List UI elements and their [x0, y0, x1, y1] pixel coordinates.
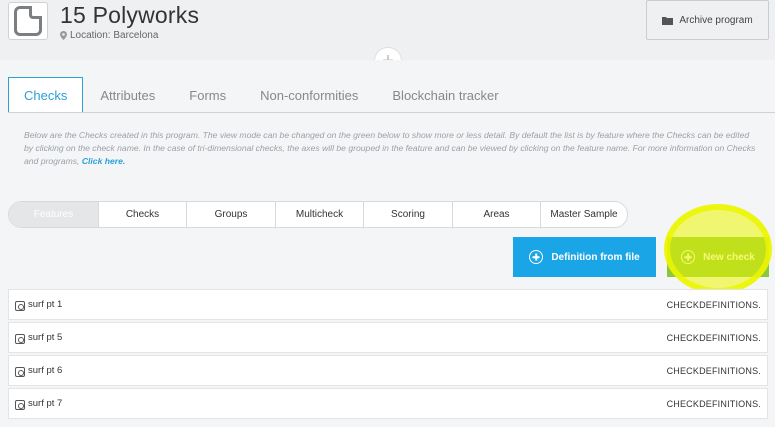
view-master-sample[interactable]: Master Sample: [540, 202, 627, 227]
feature-icon: [15, 334, 25, 344]
view-checks[interactable]: Checks: [98, 202, 186, 227]
feature-icon: [15, 301, 25, 311]
description-text: Below are the Checks created in this pro…: [24, 130, 756, 166]
feature-status: CHECKDEFINITIONS.: [666, 299, 761, 310]
document-icon: [14, 6, 42, 36]
view-features[interactable]: Features: [9, 202, 98, 227]
tab-bar: Checks Attributes Forms Non-conformities…: [8, 77, 516, 113]
definition-from-file-label: Definition from file: [551, 251, 640, 263]
plus-circle-icon: [529, 250, 544, 264]
tab-forms[interactable]: Forms: [172, 77, 243, 113]
view-mode-selector: Features Checks Groups Multicheck Scorin…: [8, 201, 628, 228]
checks-description: Below are the Checks created in this pro…: [24, 129, 759, 168]
feature-row[interactable]: surf pt 1 CHECKDEFINITIONS.: [8, 289, 768, 320]
main-content: Checks Attributes Forms Non-conformities…: [0, 60, 775, 427]
program-logo: [8, 2, 48, 40]
tab-non-conformities[interactable]: Non-conformities: [243, 77, 375, 113]
archive-icon: [662, 16, 674, 25]
view-groups[interactable]: Groups: [186, 202, 275, 227]
archive-program-label: Archive program: [679, 14, 753, 26]
help-link[interactable]: Click here.: [82, 156, 125, 166]
feature-list: surf pt 1 CHECKDEFINITIONS. surf pt 5 CH…: [8, 289, 768, 421]
tab-divider: [8, 112, 775, 113]
feature-row[interactable]: surf pt 5 CHECKDEFINITIONS.: [8, 322, 768, 353]
feature-row[interactable]: surf pt 6 CHECKDEFINITIONS.: [8, 355, 768, 386]
tab-checks[interactable]: Checks: [8, 77, 84, 113]
plus-circle-icon: [681, 250, 696, 264]
feature-name: surf pt 5: [28, 332, 63, 343]
feature-status: CHECKDEFINITIONS.: [666, 398, 761, 409]
feature-name: surf pt 7: [28, 398, 63, 409]
program-title: 15 Polyworks: [60, 2, 200, 28]
feature-icon: [15, 400, 25, 410]
feature-row[interactable]: surf pt 7 CHECKDEFINITIONS.: [8, 388, 768, 419]
view-scoring[interactable]: Scoring: [363, 202, 452, 227]
definition-from-file-button[interactable]: Definition from file: [513, 237, 656, 277]
location-pin-icon: [60, 31, 67, 40]
feature-status: CHECKDEFINITIONS.: [666, 365, 761, 376]
new-check-label: New check: [703, 251, 755, 263]
feature-status: CHECKDEFINITIONS.: [666, 332, 761, 343]
feature-icon: [15, 367, 25, 377]
tab-blockchain-tracker[interactable]: Blockchain tracker: [375, 77, 515, 113]
view-multicheck[interactable]: Multicheck: [275, 202, 363, 227]
new-check-button[interactable]: New check: [667, 237, 769, 277]
feature-name: surf pt 6: [28, 365, 63, 376]
program-location: Location: Barcelona: [60, 30, 158, 41]
view-areas[interactable]: Areas: [452, 202, 540, 227]
location-label: Location: Barcelona: [70, 30, 159, 41]
tab-attributes[interactable]: Attributes: [83, 77, 172, 113]
archive-program-button[interactable]: Archive program: [646, 0, 769, 40]
feature-name: surf pt 1: [28, 299, 63, 310]
